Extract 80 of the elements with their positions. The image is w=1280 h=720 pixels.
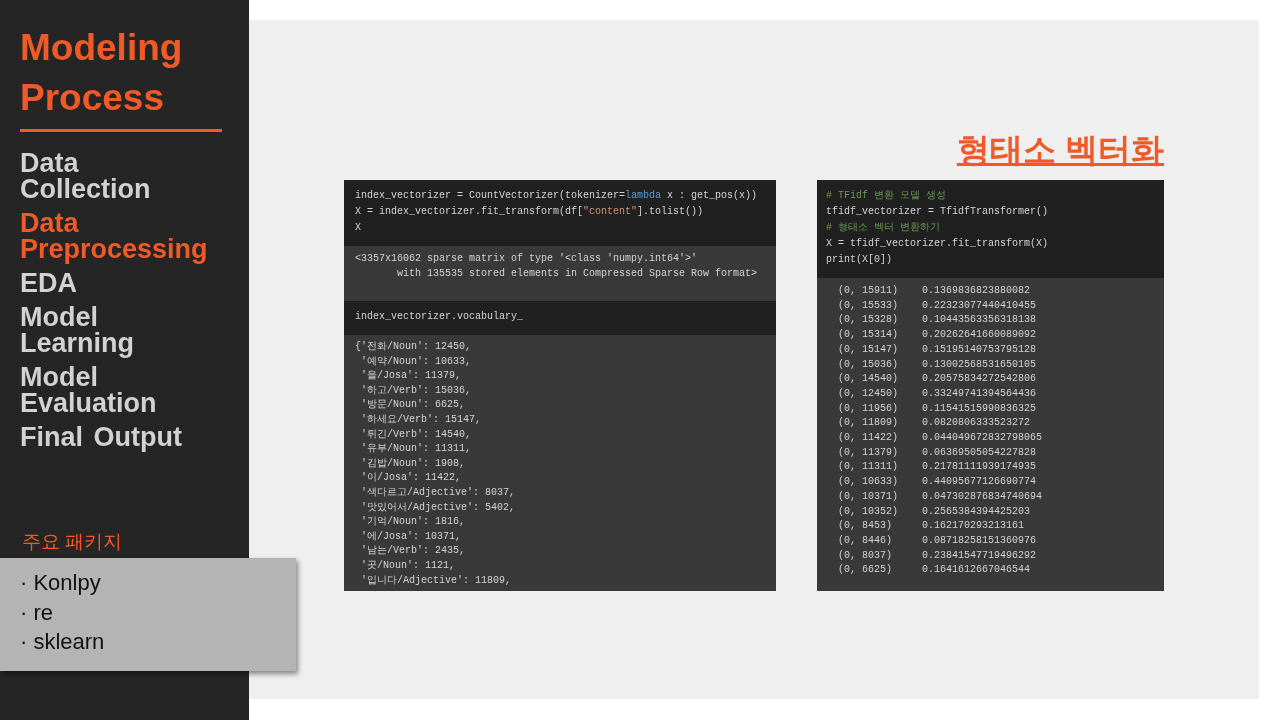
- tfidf-value: 0.06369505054227828: [922, 445, 1037, 460]
- package-item: · sklearn: [20, 628, 105, 656]
- tfidf-value: 0.23841547719496292: [922, 548, 1037, 563]
- matrix-index: (0, 15328): [838, 313, 898, 328]
- agenda-item: Model Evaluation: [20, 364, 158, 416]
- output-line: '김밥/Noun': 1908,: [361, 456, 465, 471]
- tfidf-value: 0.20575834272542806: [922, 372, 1037, 387]
- code-line: print(X[0]): [826, 253, 892, 267]
- matrix-index: (0, 8446): [838, 533, 892, 548]
- output-line: {'전화/Noun': 12450,: [355, 340, 471, 354]
- tfidf-value: 0.0820806333523272: [922, 416, 1031, 431]
- agenda-item: Model Learning: [20, 304, 135, 356]
- matrix-index: (0, 15911): [838, 284, 898, 298]
- tfidf-value: 0.10443563356318138: [922, 313, 1037, 328]
- output-line: '유부/Noun': 11311,: [361, 442, 471, 457]
- package-item: · Konlpy: [20, 569, 101, 597]
- matrix-index: (0, 11809): [838, 416, 898, 431]
- package-item: · re: [20, 598, 53, 627]
- tfidf-value: 0.047302876834740694: [922, 489, 1043, 504]
- code-line: index_vectorizer.vocabulary_: [355, 310, 524, 324]
- output-line: '방문/Noun': 6625,: [361, 398, 465, 413]
- matrix-index: (0, 8453): [838, 519, 892, 534]
- slide-title: Modeling Process: [20, 26, 184, 120]
- output-line: '하고/Verb': 15036,: [361, 383, 471, 398]
- matrix-index: (0, 11311): [838, 460, 898, 475]
- matrix-index: (0, 10352): [838, 504, 898, 519]
- matrix-index: (0, 11422): [838, 431, 898, 446]
- tfidf-value: 0.2565384394425203: [922, 504, 1031, 519]
- output-line: '입니다/Adjective': 11809,: [361, 573, 512, 588]
- matrix-index: (0, 10371): [838, 489, 898, 504]
- tfidf-value: 0.21781111939174935: [922, 460, 1037, 475]
- code-line: X = tfidf_vectorizer.fit_transform(X): [826, 237, 1049, 251]
- matrix-index: (0, 15314): [838, 328, 898, 343]
- section-title: 형태소 벡터화: [956, 130, 1164, 170]
- tfidf-value: 0.162170293213161: [922, 519, 1025, 534]
- matrix-index: (0, 11379): [838, 445, 898, 460]
- tfidf-value: 0.20262641660089092: [922, 328, 1037, 343]
- code-line: X: [355, 221, 361, 235]
- agenda-item: EDA: [20, 270, 77, 296]
- tfidf-value: 0.44095677126690774: [922, 475, 1037, 490]
- tfidf-value: 0.33249741394564436: [922, 386, 1037, 401]
- code-line: tfidf_vectorizer = TfidfTransformer(): [826, 205, 1049, 219]
- output-line: '맛있어서/Adjective': 5402,: [361, 500, 516, 515]
- code-line: index_vectorizer = CountVectorizer(tokenizer=lambda x : get_pos(x)): [355, 189, 758, 203]
- tfidf-value: 0.22323077440410455: [922, 298, 1037, 313]
- output-line: '에/Josa': 10371,: [361, 529, 461, 544]
- matrix-index: (0, 15036): [838, 357, 898, 372]
- tfidf-value: 0.1641612667046544: [922, 563, 1031, 578]
- output-line: '남는/Verb': 2435,: [361, 544, 465, 559]
- output-line: '곳/Noun': 1121,: [361, 558, 455, 573]
- output-line: '을/Josa': 11379,: [361, 369, 461, 384]
- tfidf-value: 0.11541515990836325: [922, 401, 1037, 416]
- output-line: '튀긴/Verb': 14540,: [361, 427, 471, 442]
- code-line: X = index_vectorizer.fit_transform(df["content"].tolist()): [355, 205, 704, 219]
- output-line: <3357x16062 sparse matrix of type '<class 'numpy.int64'>': [355, 252, 698, 266]
- code-line: # 형태소 벡터 변환하기: [826, 221, 940, 235]
- section-heading: 주요 패키지: [22, 530, 123, 554]
- matrix-index: (0, 11956): [838, 401, 898, 416]
- tfidf-value: 0.08718258151360976: [922, 533, 1037, 548]
- agenda-item: Data Collection: [20, 150, 152, 202]
- matrix-index: (0, 6625): [838, 563, 892, 578]
- matrix-index: (0, 14540): [838, 372, 898, 387]
- output-line: with 135535 stored elements in Compressed Sparse Row format>: [397, 267, 758, 281]
- matrix-index: (0, 15533): [838, 298, 898, 313]
- tfidf-value: 0.1369836823880082: [922, 284, 1031, 298]
- matrix-index: (0, 15147): [838, 342, 898, 357]
- matrix-index: (0, 8037): [838, 548, 892, 563]
- output-line: '색다르고/Adjective': 8037,: [361, 485, 516, 500]
- agenda-item: Data Preprocessing: [20, 210, 209, 262]
- tfidf-value: 0.15195140753795128: [922, 342, 1037, 357]
- code-line: # TFidf 변환 모델 생성: [826, 189, 946, 203]
- tfidf-value: 0.13002568531650105: [922, 357, 1037, 372]
- agenda-item: Final Output: [20, 424, 182, 450]
- output-line: '기억/Noun': 1816,: [361, 515, 465, 530]
- matrix-index: (0, 12450): [838, 386, 898, 401]
- matrix-index: (0, 10633): [838, 475, 898, 490]
- tfidf-value: 0.044049672832798065: [922, 431, 1043, 446]
- output-line: '하세요/Verb': 15147,: [361, 412, 481, 427]
- output-line: '이/Josa': 11422,: [361, 471, 461, 486]
- output-line: '예약/Noun': 10633,: [361, 354, 471, 369]
